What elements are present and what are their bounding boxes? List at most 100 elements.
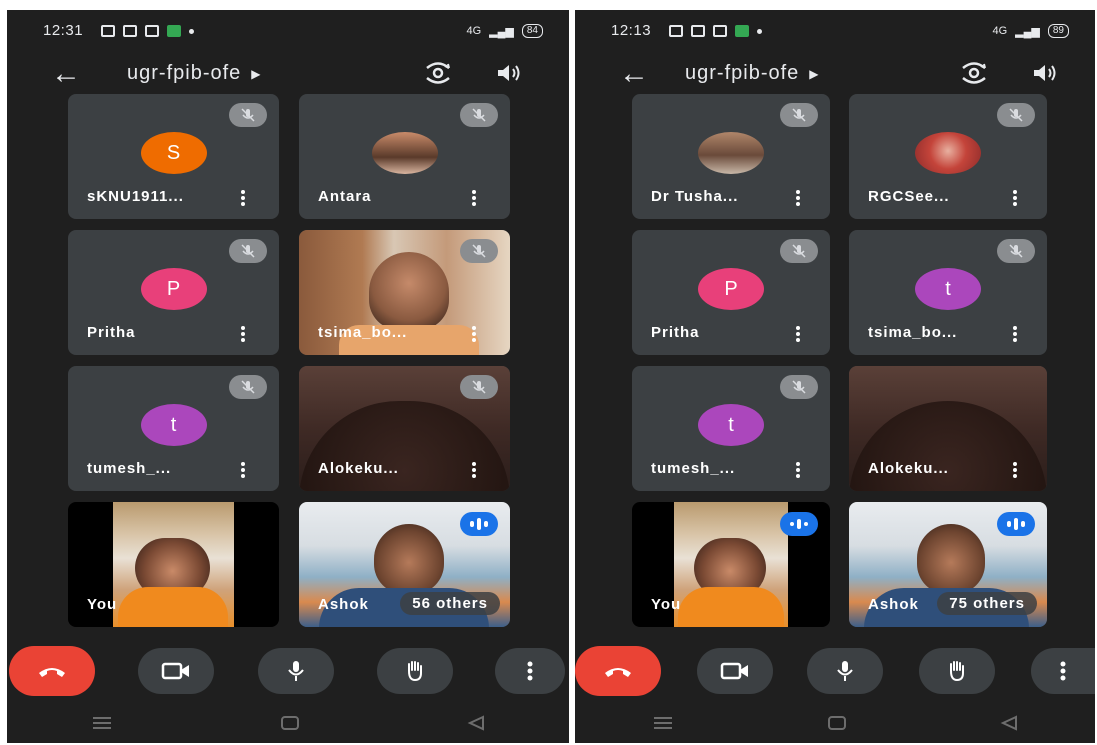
profile-photo-avatar (915, 132, 981, 174)
microphone-button[interactable] (258, 648, 334, 694)
self-view-tile[interactable]: You (68, 502, 279, 627)
participant-tile[interactable]: RGCSee... (849, 94, 1047, 219)
meet-notification-icon (167, 25, 181, 37)
participant-tile[interactable]: t tumesh_... (68, 366, 279, 491)
end-call-icon (605, 668, 631, 677)
participant-name: Dr Tusha... (651, 188, 739, 205)
camera-button[interactable] (138, 648, 214, 694)
recents-icon[interactable] (652, 716, 674, 730)
switch-camera-icon[interactable] (423, 62, 453, 84)
microphone-button[interactable] (807, 648, 883, 694)
more-notifications-icon (757, 28, 762, 34)
switch-camera-icon[interactable] (959, 62, 989, 84)
participant-tile[interactable]: Alokeku... (299, 366, 510, 491)
back-nav-icon[interactable] (467, 715, 485, 731)
participant-name: Ashok (868, 596, 919, 613)
meeting-title[interactable]: ugr-fpib-ofe ▶ (127, 62, 262, 85)
home-icon[interactable] (280, 715, 300, 731)
participant-tile[interactable]: S sKNU1911... (68, 94, 279, 219)
mic-off-icon (460, 375, 498, 399)
system-nav-bar (575, 703, 1095, 743)
profile-photo-avatar (371, 132, 438, 174)
notification-icons (101, 25, 194, 37)
speaker-icon[interactable] (1031, 62, 1059, 84)
mic-off-icon (780, 103, 818, 127)
more-vert-icon[interactable] (241, 190, 245, 206)
participant-tile[interactable]: t tsima_bo... (849, 230, 1047, 355)
back-arrow-icon[interactable]: ← (51, 54, 81, 94)
mic-off-icon (780, 239, 818, 263)
status-bar: 12:13 4G ▂▄▆ 89 (611, 22, 1075, 42)
speaker-icon[interactable] (495, 62, 523, 84)
more-vert-icon[interactable] (472, 326, 476, 342)
recents-icon[interactable] (91, 716, 113, 730)
participant-name: Pritha (87, 324, 136, 341)
more-vert-icon[interactable] (472, 190, 476, 206)
status-right: 4G ▂▄▆ 89 (992, 24, 1069, 38)
camera-icon (720, 662, 748, 680)
meeting-title[interactable]: ugr-fpib-ofe ▶ (685, 62, 820, 85)
more-vert-icon[interactable] (1013, 462, 1017, 478)
notification-icons (669, 25, 762, 37)
phone-screen-left: 12:31 4G ▂▄▆ 84 ← ugr-fpib-ofe ▶ S sKNU1… (7, 10, 569, 743)
mic-off-icon (460, 103, 498, 127)
participant-tile[interactable]: Ashok 56 others (299, 502, 510, 627)
participant-name: Ashok (318, 596, 369, 613)
meeting-code: ugr-fpib-ofe (685, 62, 800, 84)
participant-tile[interactable]: Ashok 75 others (849, 502, 1047, 627)
more-vert-icon[interactable] (472, 462, 476, 478)
camera-icon (161, 662, 189, 680)
participant-tile[interactable]: Dr Tusha... (632, 94, 830, 219)
back-nav-icon[interactable] (1000, 715, 1018, 731)
camera-button[interactable] (697, 648, 773, 694)
self-video-feed (113, 502, 234, 627)
speaking-indicator-icon (780, 512, 818, 536)
end-call-icon (39, 668, 65, 677)
more-vert-icon[interactable] (796, 326, 800, 342)
more-notifications-icon (189, 28, 194, 34)
more-vert-icon (527, 661, 533, 681)
self-view-tile[interactable]: You (632, 502, 830, 627)
end-call-button[interactable] (9, 646, 95, 696)
mic-off-icon (229, 239, 267, 263)
participant-tile[interactable]: Alokeku... (849, 366, 1047, 491)
back-arrow-icon[interactable]: ← (619, 54, 649, 94)
call-controls (575, 636, 1095, 706)
more-vert-icon[interactable] (1013, 326, 1017, 342)
more-options-button[interactable] (1031, 648, 1095, 694)
participant-name: Alokeku... (868, 460, 949, 477)
others-count-badge[interactable]: 75 others (937, 592, 1037, 615)
meet-notification-icon (735, 25, 749, 37)
participant-tile[interactable]: t tumesh_... (632, 366, 830, 491)
battery-indicator: 84 (521, 24, 543, 38)
participant-tile[interactable]: P Pritha (632, 230, 830, 355)
system-nav-bar (7, 703, 569, 743)
notification-icon (123, 25, 137, 37)
end-call-button[interactable] (575, 646, 661, 696)
participant-tile[interactable]: tsima_bo... (299, 230, 510, 355)
raise-hand-button[interactable] (377, 648, 453, 694)
mic-off-icon (997, 103, 1035, 127)
status-right: 4G ▂▄▆ 84 (466, 24, 543, 38)
more-vert-icon[interactable] (241, 462, 245, 478)
more-vert-icon[interactable] (1013, 190, 1017, 206)
signal-icon: ▂▄▆ (1015, 25, 1040, 38)
raise-hand-button[interactable] (919, 648, 995, 694)
home-icon[interactable] (827, 715, 847, 731)
avatar: P (140, 268, 207, 310)
notification-icon (713, 25, 727, 37)
meeting-header: ← ugr-fpib-ofe ▶ (7, 54, 569, 94)
participant-tile[interactable]: P Pritha (68, 230, 279, 355)
participant-name: Antara (318, 188, 372, 205)
participant-name: tumesh_... (87, 460, 172, 477)
mic-icon (288, 661, 304, 681)
status-bar: 12:31 4G ▂▄▆ 84 (43, 22, 549, 42)
others-count-badge[interactable]: 56 others (400, 592, 500, 615)
status-time: 12:13 (611, 22, 652, 39)
more-vert-icon[interactable] (796, 190, 800, 206)
participant-tile[interactable]: Antara (299, 94, 510, 219)
more-vert-icon[interactable] (796, 462, 800, 478)
caret-right-icon: ▶ (809, 66, 820, 81)
more-vert-icon[interactable] (241, 326, 245, 342)
more-options-button[interactable] (495, 648, 565, 694)
